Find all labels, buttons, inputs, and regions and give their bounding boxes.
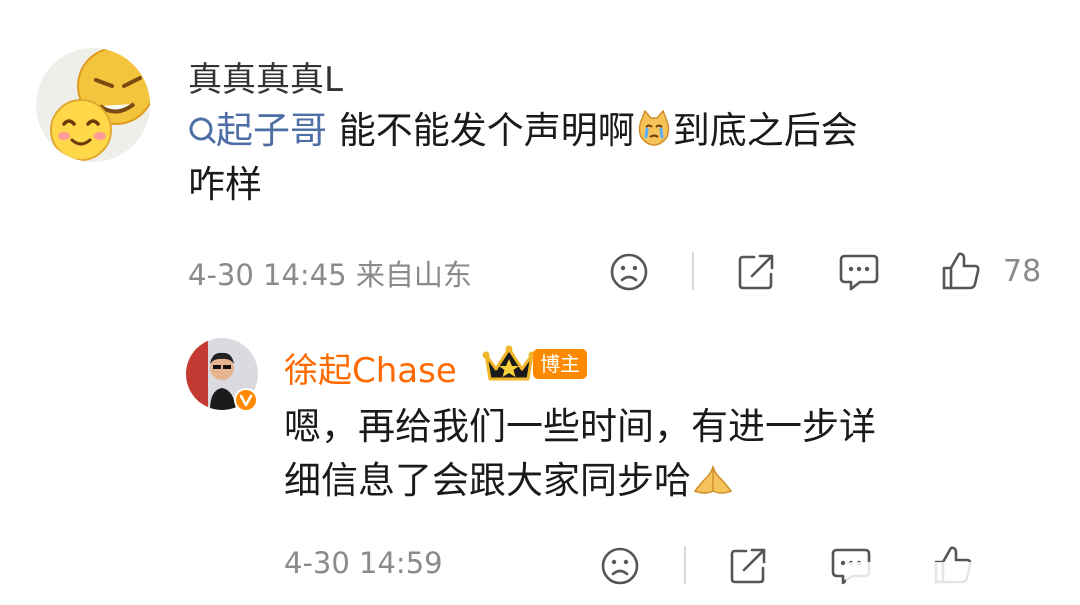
sad-face-icon <box>601 547 639 585</box>
like-count: 78 <box>1003 254 1042 289</box>
search-icon <box>189 117 216 144</box>
verified-badge-icon <box>234 388 258 412</box>
share-button[interactable] <box>736 252 776 292</box>
mention-label[interactable]: 起子哥 <box>216 109 327 152</box>
reply-timestamp: 4-30 14:59 <box>284 546 443 580</box>
reply-share-button[interactable] <box>728 546 768 586</box>
reply-text: 嗯，再给我们一些时间，有进一步详 细信息了会跟大家同步哈 <box>284 400 1044 508</box>
commenter-avatar[interactable] <box>36 48 150 162</box>
reply-dislike-button[interactable] <box>600 546 640 586</box>
comment-text: 起子哥 能不能发个声明啊 到底之后会咋样 <box>188 104 1028 212</box>
comment-button[interactable] <box>838 252 880 292</box>
comment-text-part1: 能不能发个声明啊 <box>327 109 635 152</box>
like-button[interactable] <box>940 250 982 292</box>
blogger-username[interactable]: 徐起Chase <box>284 343 457 392</box>
comment-text-part2: 到底之后会 <box>672 109 858 152</box>
crown-icon <box>482 343 536 389</box>
comment-timestamp: 4-30 14:45 来自山东 <box>188 258 472 292</box>
blogger-badge: 博主 <box>533 349 587 379</box>
action-divider <box>692 252 694 290</box>
share-icon <box>730 548 766 584</box>
mention-link[interactable]: 起子哥 <box>188 109 327 152</box>
share-icon <box>738 254 774 290</box>
thumbs-up-icon <box>942 252 980 290</box>
sad-face-icon <box>610 253 648 291</box>
comment-icon <box>839 254 879 291</box>
dislike-button[interactable] <box>609 252 649 292</box>
reply-text-line2: 细信息了会跟大家同步哈 <box>284 459 691 502</box>
thanks-hands-emoji-icon <box>693 464 733 494</box>
comment-text-part3: 咋样 <box>188 163 262 206</box>
reply-text-line1: 嗯，再给我们一些时间，有进一步详 <box>284 405 876 448</box>
crying-cat-emoji-icon <box>638 109 670 146</box>
watermark-overlay <box>846 562 1072 590</box>
commenter-username[interactable]: 真真真真L <box>188 52 343 101</box>
reply-action-divider <box>684 546 686 584</box>
